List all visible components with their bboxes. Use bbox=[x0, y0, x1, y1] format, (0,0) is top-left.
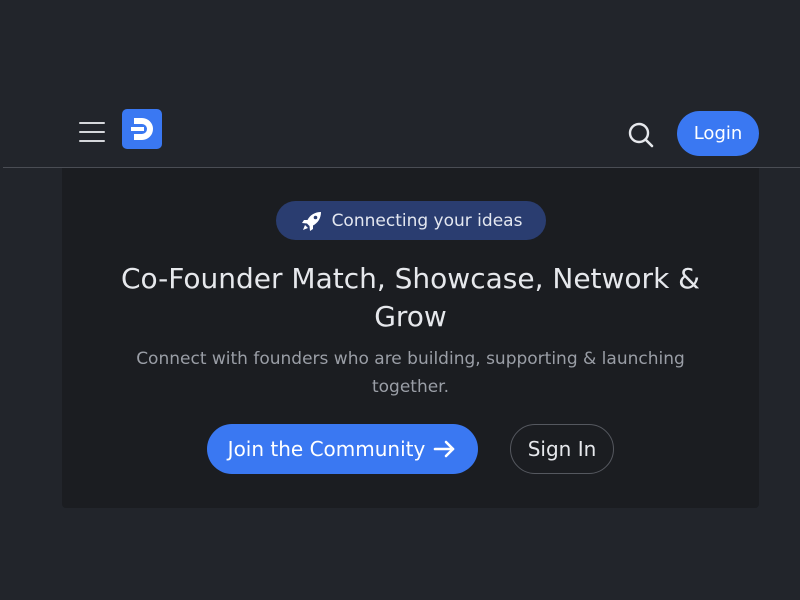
login-button[interactable]: Login bbox=[677, 111, 759, 156]
logo-mark bbox=[131, 118, 153, 140]
join-label: Join the Community bbox=[227, 437, 426, 461]
tagline-badge: Connecting your ideas bbox=[276, 201, 546, 240]
menu-icon-bar bbox=[79, 140, 105, 142]
arrow-right-icon bbox=[434, 440, 455, 458]
top-nav: Login bbox=[0, 100, 800, 168]
menu-icon-bar bbox=[79, 122, 105, 124]
sign-in-button[interactable]: Sign In bbox=[510, 424, 614, 474]
hero-title: Co-Founder Match, Showcase, Network & Gr… bbox=[120, 262, 701, 333]
search-icon bbox=[628, 122, 654, 148]
search-button[interactable] bbox=[626, 120, 656, 150]
page: Login Connecting your ideas Co-Founder M… bbox=[0, 0, 800, 600]
hero-card: Connecting your ideas Co-Founder Match, … bbox=[62, 168, 759, 508]
logo-icon[interactable] bbox=[122, 109, 162, 149]
badge-text: Connecting your ideas bbox=[331, 210, 523, 231]
menu-icon-bar bbox=[79, 131, 105, 133]
menu-button[interactable] bbox=[79, 121, 105, 143]
rocket-icon bbox=[300, 209, 324, 233]
join-community-button[interactable]: Join the Community bbox=[207, 424, 478, 474]
hero-subtitle: Connect with founders who are building, … bbox=[136, 349, 685, 397]
